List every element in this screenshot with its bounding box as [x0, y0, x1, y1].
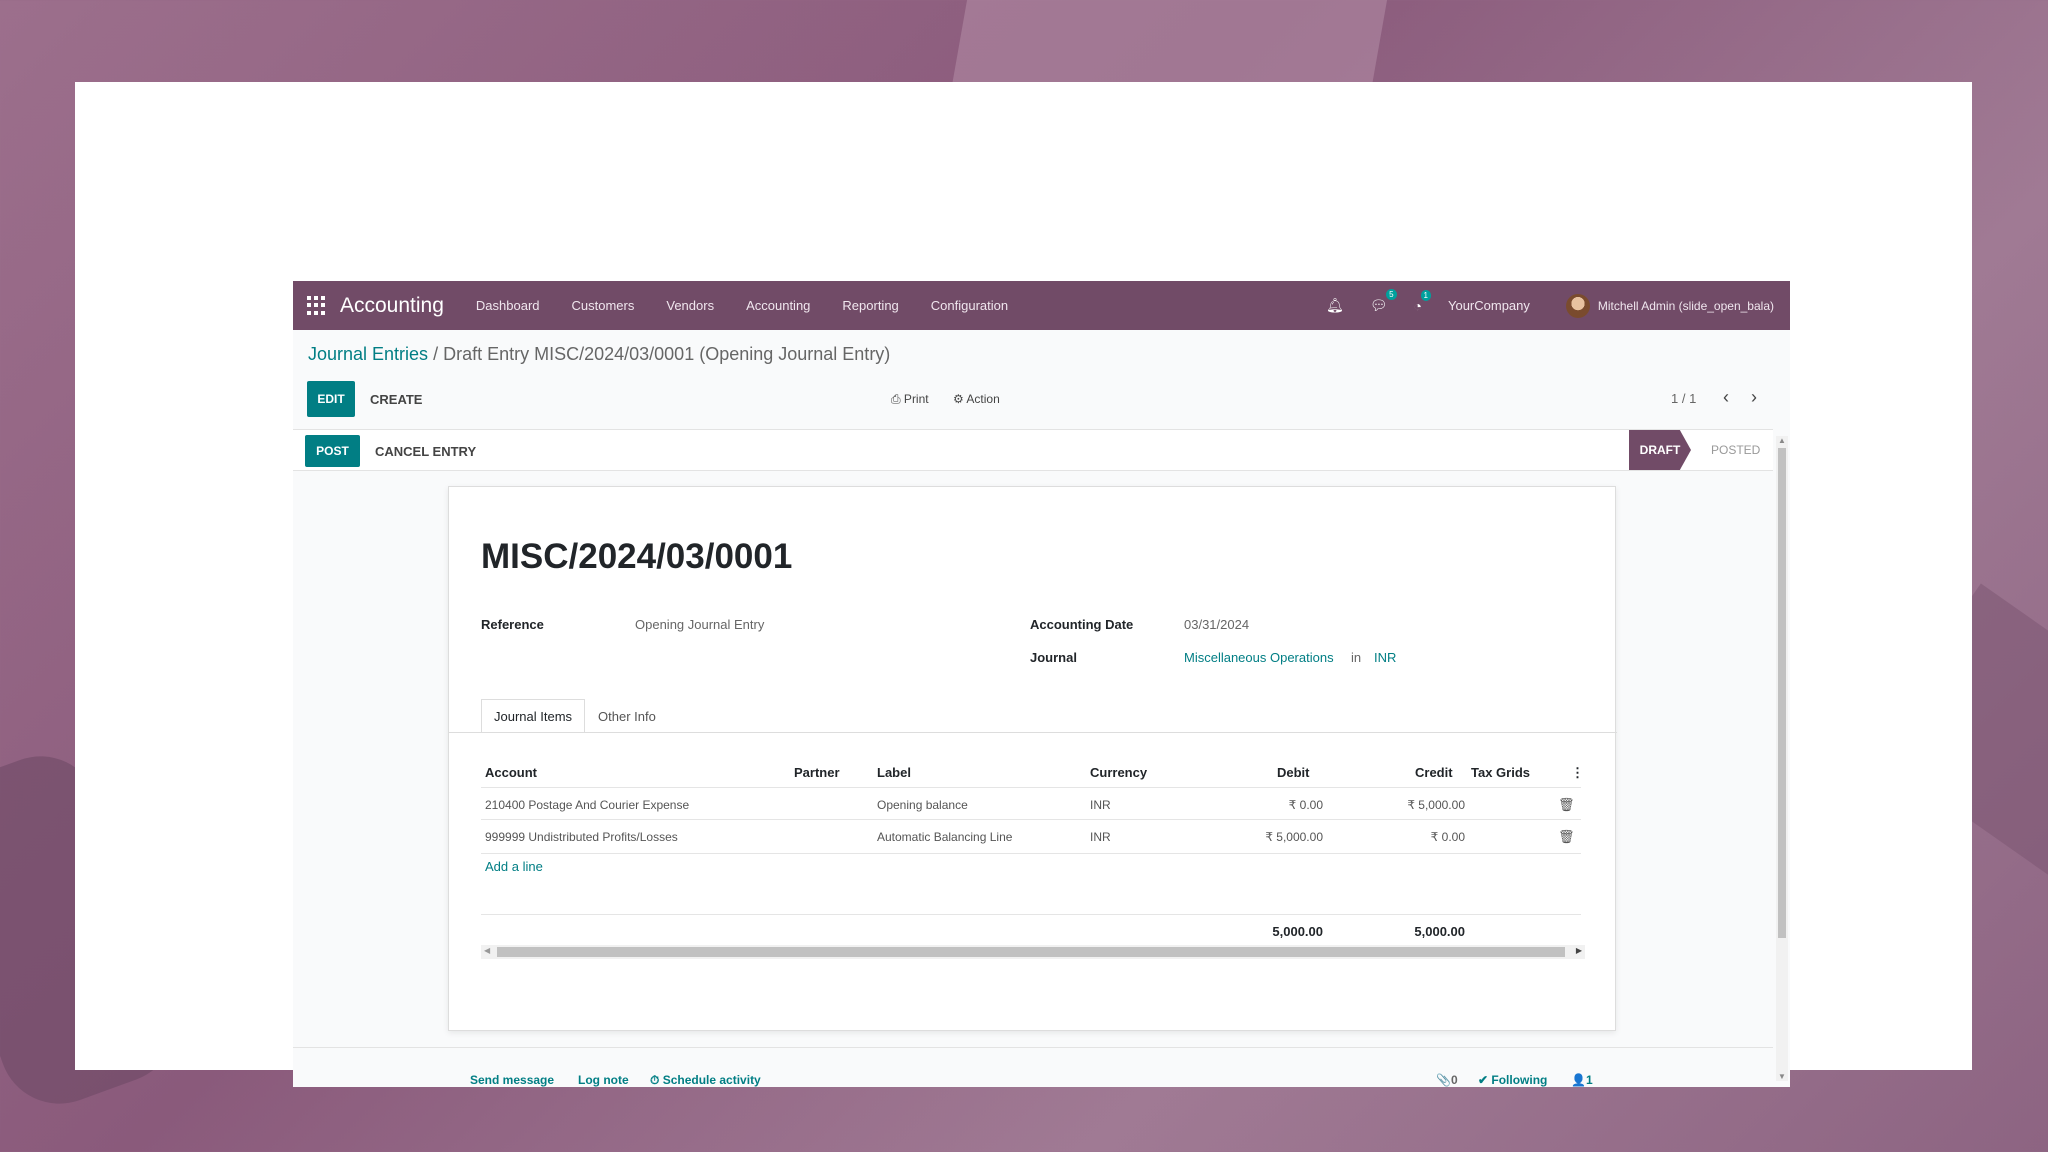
delete-row-icon[interactable]: 🗑︎: [1558, 829, 1575, 845]
attachments-button[interactable]: 📎0: [1436, 1073, 1458, 1087]
send-message-button[interactable]: Send message: [470, 1073, 554, 1087]
user-avatar[interactable]: [1565, 293, 1590, 318]
row1-label[interactable]: Opening balance: [877, 798, 968, 812]
form-sheet: MISC/2024/03/0001 Reference Opening Jour…: [448, 486, 1617, 1031]
delete-row-icon[interactable]: 🗑︎: [1558, 797, 1575, 813]
app-grid-icon[interactable]: [307, 295, 327, 316]
following-button[interactable]: ✔ Following: [1478, 1073, 1547, 1087]
column-account[interactable]: Account: [485, 765, 537, 780]
activities-badge: 1: [1420, 289, 1431, 301]
journal-field[interactable]: Miscellaneous Operations: [1184, 650, 1334, 665]
journal-label: Journal: [1030, 650, 1077, 665]
post-button[interactable]: POST: [305, 435, 360, 467]
horizontal-scrollbar[interactable]: ◀ ▶: [481, 945, 1585, 959]
row1-account[interactable]: 210400 Postage And Courier Expense: [485, 798, 689, 812]
user-menu[interactable]: Mitchell Admin (slide_open_bala): [1598, 299, 1774, 313]
journal-currency-field[interactable]: INR: [1374, 650, 1396, 665]
row2-credit[interactable]: ₹ 0.00: [1349, 830, 1465, 844]
column-tax-grids[interactable]: Tax Grids: [1471, 765, 1530, 780]
create-button[interactable]: CREATE: [370, 392, 422, 407]
tab-other-info[interactable]: Other Info: [585, 699, 669, 733]
vertical-scrollbar[interactable]: ▲ ▼: [1776, 436, 1788, 1081]
total-credit: 5,000.00: [1414, 924, 1465, 939]
notebook-tabs: Journal Items Other Info: [481, 699, 669, 733]
log-note-button[interactable]: Log note: [578, 1073, 629, 1087]
accounting-date-field[interactable]: 03/31/2024: [1184, 617, 1249, 632]
tab-divider: [449, 732, 1617, 733]
breadcrumb-separator: /: [428, 344, 444, 364]
horizontal-scrollbar-thumb[interactable]: [497, 947, 1565, 957]
row1-debit[interactable]: ₹ 0.00: [1239, 798, 1323, 812]
column-debit[interactable]: Debit: [1277, 765, 1310, 780]
status-bar: POST CANCEL ENTRY DRAFT POSTED: [293, 429, 1773, 471]
company-switcher[interactable]: YourCompany: [1448, 298, 1530, 313]
print-button[interactable]: ⎙ Print: [891, 392, 929, 407]
add-line-link[interactable]: Add a line: [485, 859, 543, 874]
menu-vendors[interactable]: Vendors: [666, 298, 714, 313]
menu-configuration[interactable]: Configuration: [931, 298, 1008, 313]
row1-currency[interactable]: INR: [1090, 798, 1111, 812]
row2-account[interactable]: 999999 Undistributed Profits/Losses: [485, 830, 678, 844]
scroll-up-icon[interactable]: ▲: [1778, 436, 1786, 445]
scroll-left-icon[interactable]: ◀: [484, 946, 490, 955]
navbar-right: 🔔︎ 💬︎ 5 ◔ 1 YourCompany Mitchell Admin (sl…: [1326, 281, 1774, 330]
row1-credit[interactable]: ₹ 5,000.00: [1349, 798, 1465, 812]
table-row-divider: [481, 853, 1581, 854]
menu-accounting[interactable]: Accounting: [746, 298, 810, 313]
top-navbar: Accounting Dashboard Customers Vendors A…: [293, 281, 1790, 330]
cancel-entry-button[interactable]: CANCEL ENTRY: [375, 444, 476, 459]
journal-in-text: in: [1351, 650, 1362, 665]
stage-draft[interactable]: DRAFT: [1629, 430, 1691, 470]
stage-posted[interactable]: POSTED: [1711, 443, 1760, 457]
column-partner[interactable]: Partner: [794, 765, 840, 780]
pager-value[interactable]: 1 / 1: [1671, 391, 1696, 406]
pager-next-icon[interactable]: ›: [1751, 387, 1757, 408]
reference-field[interactable]: Opening Journal Entry: [635, 617, 764, 632]
scroll-down-icon[interactable]: ▼: [1778, 1072, 1786, 1081]
optional-columns-icon[interactable]: ⋮: [1571, 765, 1584, 781]
row2-debit[interactable]: ₹ 5,000.00: [1239, 830, 1323, 844]
activities-icon[interactable]: ◔ 1: [1414, 289, 1431, 314]
column-label[interactable]: Label: [877, 765, 911, 780]
menu-customers[interactable]: Customers: [572, 298, 635, 313]
bell-icon[interactable]: 🔔︎: [1326, 297, 1344, 314]
table-row-divider: [481, 819, 1581, 820]
row2-currency[interactable]: INR: [1090, 830, 1111, 844]
breadcrumb-journal-entries[interactable]: Journal Entries: [308, 344, 428, 364]
tab-journal-items[interactable]: Journal Items: [481, 699, 586, 733]
pager-previous-icon[interactable]: ‹: [1723, 387, 1729, 408]
chatter-divider: [293, 1047, 1773, 1048]
odoo-app-window: Accounting Dashboard Customers Vendors A…: [293, 281, 1790, 1087]
reference-label: Reference: [481, 617, 544, 632]
messages-badge: 5: [1386, 289, 1397, 300]
edit-button[interactable]: EDIT: [307, 381, 355, 417]
totals-divider: [481, 914, 1581, 915]
menu-dashboard[interactable]: Dashboard: [476, 298, 540, 313]
row2-label[interactable]: Automatic Balancing Line: [877, 830, 1012, 844]
scroll-right-icon[interactable]: ▶: [1576, 946, 1582, 955]
accounting-date-label: Accounting Date: [1030, 617, 1134, 632]
schedule-activity-button[interactable]: ⏱ Schedule activity: [650, 1073, 761, 1087]
total-debit: 5,000.00: [1272, 924, 1323, 939]
action-button[interactable]: ⚙ Action: [953, 392, 1000, 406]
breadcrumb: Journal Entries / Draft Entry MISC/2024/…: [308, 344, 890, 365]
table-divider: [481, 787, 1581, 788]
breadcrumb-current: Draft Entry MISC/2024/03/0001 (Opening J…: [443, 344, 891, 364]
menu-reporting[interactable]: Reporting: [842, 298, 898, 313]
screenshot-frame: Accounting Dashboard Customers Vendors A…: [75, 82, 1972, 1087]
column-currency[interactable]: Currency: [1090, 765, 1147, 780]
followers-button[interactable]: 👤1: [1571, 1073, 1593, 1087]
entry-title: MISC/2024/03/0001: [481, 537, 793, 576]
column-credit[interactable]: Credit: [1415, 765, 1453, 780]
scrollbar-thumb[interactable]: [1778, 448, 1786, 938]
app-brand[interactable]: Accounting: [340, 294, 444, 318]
messages-icon[interactable]: 💬︎ 5: [1370, 289, 1397, 314]
